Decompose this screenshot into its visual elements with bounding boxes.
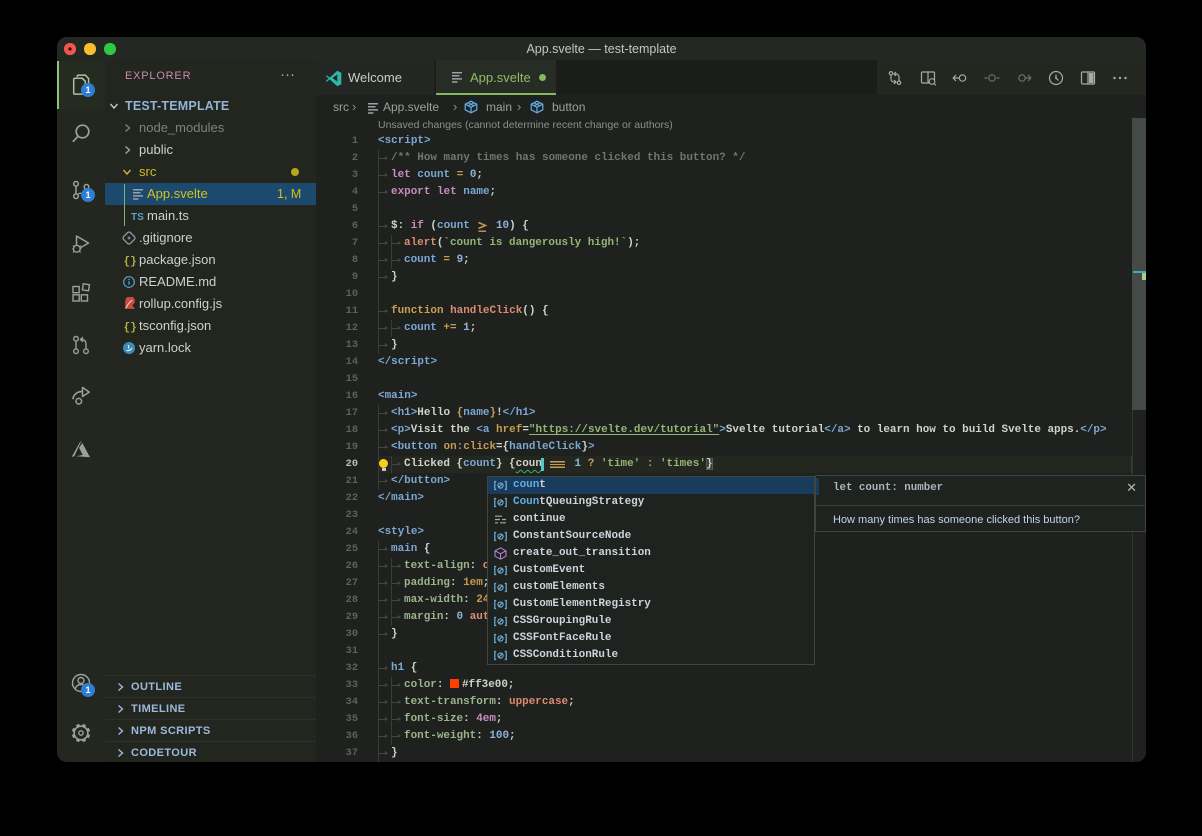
svg-text:TS: TS bbox=[131, 212, 144, 223]
svg-text:{}: {} bbox=[124, 322, 137, 333]
svg-text:{}: {} bbox=[124, 256, 137, 267]
